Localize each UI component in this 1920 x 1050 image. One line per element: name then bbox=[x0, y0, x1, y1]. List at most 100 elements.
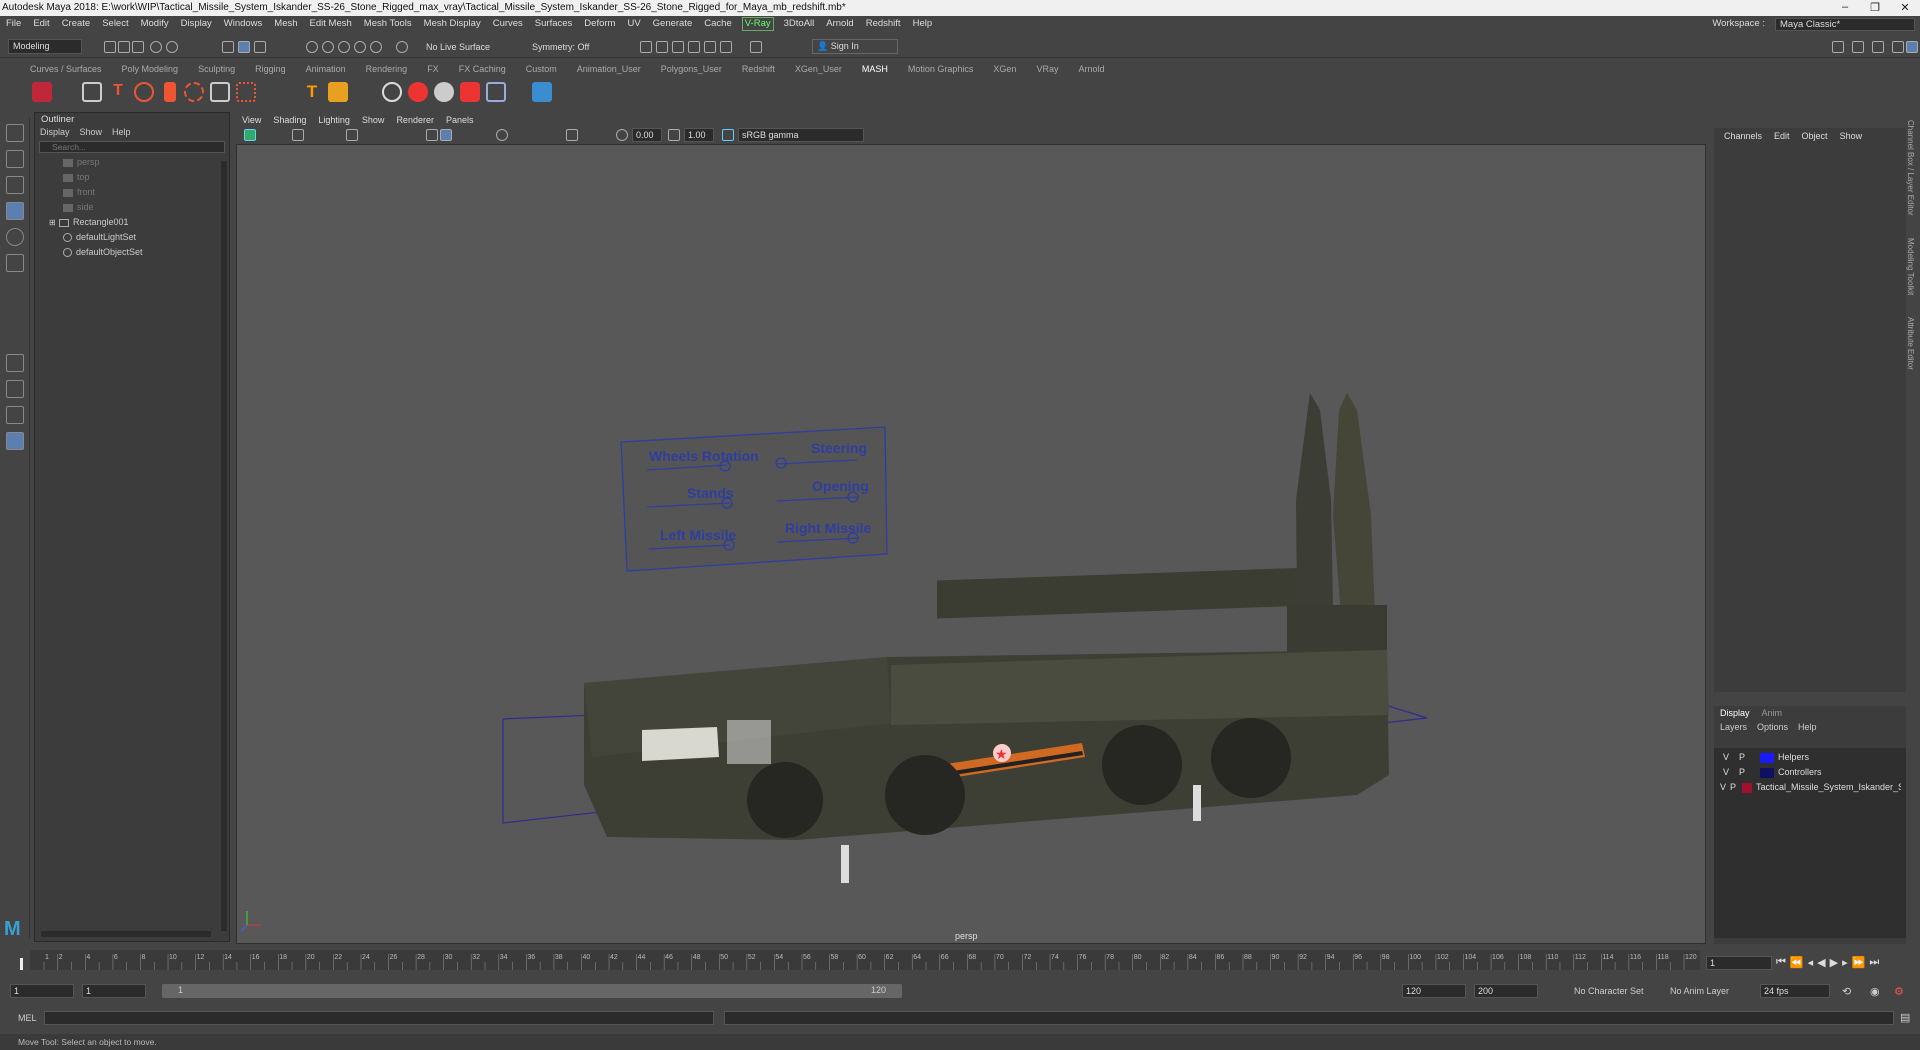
menu-edit-mesh[interactable]: Edit Mesh bbox=[304, 16, 358, 32]
mash-logo-icon[interactable] bbox=[32, 82, 52, 102]
viewport-menu-show[interactable]: Show bbox=[356, 113, 391, 127]
play-backward-icon[interactable]: ◀ bbox=[1817, 956, 1825, 969]
layer-row[interactable]: V P Helpers bbox=[1718, 750, 1902, 765]
step-forward-key-icon[interactable]: ⏩ bbox=[1852, 956, 1866, 969]
mash-flight-icon[interactable] bbox=[184, 82, 204, 102]
symmetry-label[interactable]: Symmetry: Off bbox=[532, 42, 589, 52]
channel-menu-channels[interactable]: Channels bbox=[1718, 128, 1768, 144]
mel-input[interactable] bbox=[44, 1011, 714, 1025]
viewport-menu-view[interactable]: View bbox=[236, 113, 267, 127]
shelf-tab-custom[interactable]: Custom bbox=[516, 62, 567, 76]
select-tool-icon[interactable] bbox=[6, 124, 24, 142]
minimize-icon[interactable]: – bbox=[1830, 1, 1860, 13]
outliner-item-side[interactable]: side bbox=[63, 200, 229, 215]
menu-set-dropdown[interactable]: Modeling bbox=[8, 39, 82, 54]
menu-uv[interactable]: UV bbox=[621, 16, 646, 32]
end-time-field[interactable]: 200 bbox=[1474, 984, 1538, 998]
workspace-selector[interactable]: Workspace : Maya Classic* bbox=[1706, 16, 1915, 32]
shelf-tab-xgen[interactable]: XGen bbox=[983, 62, 1026, 76]
viewport-menu-lighting[interactable]: Lighting bbox=[312, 113, 356, 127]
mash-editor-icon[interactable] bbox=[532, 82, 552, 102]
menu-deform[interactable]: Deform bbox=[578, 16, 621, 32]
menu-file[interactable]: File bbox=[0, 16, 27, 32]
layer-tab-display[interactable]: Display bbox=[1720, 708, 1750, 718]
menu-modify[interactable]: Modify bbox=[135, 16, 175, 32]
snap-grid-icon[interactable] bbox=[306, 41, 318, 53]
svg-tool-icon[interactable] bbox=[328, 82, 348, 102]
live-surface-label[interactable]: No Live Surface bbox=[426, 42, 490, 52]
menu-mesh[interactable]: Mesh bbox=[268, 16, 303, 32]
outliner-menu-display[interactable]: Display bbox=[35, 126, 75, 139]
play-forward-icon[interactable]: ▶ bbox=[1830, 956, 1838, 969]
single-view-icon[interactable] bbox=[6, 354, 24, 372]
channel-menu-show[interactable]: Show bbox=[1834, 128, 1869, 144]
snap-surface-icon[interactable] bbox=[370, 41, 382, 53]
camera-attr-icon[interactable] bbox=[292, 129, 304, 141]
menu-display[interactable]: Display bbox=[175, 16, 218, 32]
toggle-attribute-editor-icon[interactable] bbox=[1852, 41, 1864, 53]
layer-name[interactable]: Tactical_Missile_System_Iskander_SSF bbox=[1756, 780, 1901, 795]
outliner-scrollbar[interactable] bbox=[221, 161, 227, 931]
layer-row[interactable]: V P Controllers bbox=[1718, 765, 1902, 780]
hypershade-icon[interactable] bbox=[704, 41, 716, 53]
rotate-tool-icon[interactable] bbox=[6, 228, 24, 246]
shelf-tab-xgen-user[interactable]: XGen_User bbox=[785, 62, 852, 76]
select-component-icon[interactable] bbox=[254, 41, 266, 53]
shelf-tab-animation-user[interactable]: Animation_User bbox=[567, 62, 651, 76]
auto-key-icon[interactable]: ◉ bbox=[1870, 985, 1880, 998]
viewport-menu-renderer[interactable]: Renderer bbox=[390, 113, 440, 127]
lights-icon[interactable] bbox=[496, 129, 508, 141]
menu-edit[interactable]: Edit bbox=[27, 16, 55, 32]
render-view-icon[interactable] bbox=[720, 41, 732, 53]
close-icon[interactable]: ✕ bbox=[1890, 1, 1920, 14]
shelf-tab-fx[interactable]: FX bbox=[417, 62, 449, 76]
expand-icon[interactable]: ⊞ bbox=[49, 215, 59, 230]
layer-menu-options[interactable]: Options bbox=[1757, 722, 1788, 732]
color-space-dropdown[interactable]: sRGB gamma bbox=[738, 128, 864, 142]
mash-drop-icon[interactable] bbox=[164, 82, 176, 102]
move-tool-icon[interactable] bbox=[6, 202, 24, 220]
mash-world-icon[interactable] bbox=[486, 82, 506, 102]
shelf-tab-fx-caching[interactable]: FX Caching bbox=[449, 62, 516, 76]
shelf-tab-vray[interactable]: VRay bbox=[1026, 62, 1068, 76]
type-tool-icon[interactable]: T bbox=[302, 82, 322, 102]
menu-windows[interactable]: Windows bbox=[218, 16, 269, 32]
fps-dropdown[interactable]: 24 fps bbox=[1760, 984, 1830, 998]
paint-select-icon[interactable] bbox=[6, 176, 24, 194]
select-hierarchy-icon[interactable] bbox=[222, 41, 234, 53]
shelf-tab-rigging[interactable]: Rigging bbox=[245, 62, 296, 76]
viewport-menu-panels[interactable]: Panels bbox=[440, 113, 480, 127]
menu-mesh-display[interactable]: Mesh Display bbox=[418, 16, 487, 32]
render-settings-icon[interactable] bbox=[688, 41, 700, 53]
scale-tool-icon[interactable] bbox=[6, 254, 24, 272]
side-tab-modeling-toolkit[interactable]: Modeling Toolkit bbox=[1906, 238, 1915, 295]
mash-text-icon[interactable]: T bbox=[108, 82, 128, 102]
menu-generate[interactable]: Generate bbox=[647, 16, 699, 32]
undo-icon[interactable] bbox=[150, 41, 162, 53]
playback-end-field[interactable]: 120 bbox=[1402, 984, 1466, 998]
layer-row[interactable]: V P Tactical_Missile_System_Iskander_SSF bbox=[1718, 780, 1902, 795]
open-scene-icon[interactable] bbox=[118, 41, 130, 53]
sign-in-button[interactable]: 👤 Sign In bbox=[812, 39, 898, 54]
channel-menu-edit[interactable]: Edit bbox=[1768, 128, 1796, 144]
layer-menu-help[interactable]: Help bbox=[1798, 722, 1817, 732]
layer-color-swatch[interactable] bbox=[1760, 752, 1774, 763]
pause-render-icon[interactable] bbox=[750, 41, 762, 53]
side-tab-channel-box[interactable]: Channel Box / Layer Editor bbox=[1906, 120, 1915, 216]
snap-point-icon[interactable] bbox=[338, 41, 350, 53]
shelf-tab-rendering[interactable]: Rendering bbox=[356, 62, 418, 76]
shelf-tab-arnold[interactable]: Arnold bbox=[1068, 62, 1114, 76]
shelf-tab-sculpting[interactable]: Sculpting bbox=[188, 62, 245, 76]
shelf-tab-poly-modeling[interactable]: Poly Modeling bbox=[112, 62, 189, 76]
viewport-menu-shading[interactable]: Shading bbox=[267, 113, 312, 127]
go-to-start-icon[interactable]: ⏮ bbox=[1776, 956, 1786, 969]
redo-icon[interactable] bbox=[166, 41, 178, 53]
two-view-icon[interactable] bbox=[6, 406, 24, 424]
layout-icon[interactable] bbox=[1906, 41, 1918, 53]
side-tab-attribute-editor[interactable]: Attribute Editor bbox=[1906, 317, 1915, 370]
exposure-icon[interactable] bbox=[616, 129, 628, 141]
render-frame-icon[interactable] bbox=[656, 41, 668, 53]
time-slider[interactable]: 1 2 4 6 8 10 12 14 16 18 20 22 24 26 28 30 32 34 36 38 40 42 4… bbox=[20, 950, 1700, 970]
mel-label[interactable]: MEL bbox=[18, 1013, 37, 1023]
mash-list-icon[interactable] bbox=[82, 82, 102, 102]
